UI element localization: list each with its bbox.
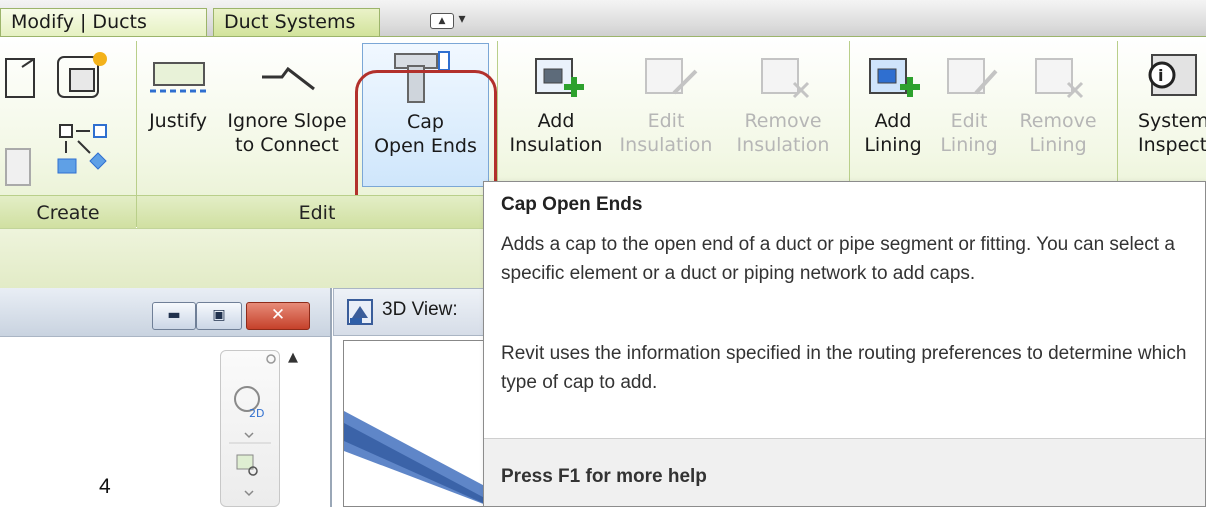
- minimize-icon: ▬: [167, 307, 181, 323]
- remove-lining-button[interactable]: Remove Lining: [1008, 43, 1108, 157]
- svg-text:2D: 2D: [249, 407, 264, 420]
- create-tools-icon: [5, 52, 107, 186]
- tab-duct-systems[interactable]: Duct Systems: [213, 8, 380, 36]
- system-inspector-button[interactable]: i System Inspector: [1124, 43, 1206, 157]
- add-lining-button[interactable]: Add Lining: [854, 43, 932, 157]
- duct-model-graphic: [344, 411, 492, 506]
- left-window-titlebar: ▬ ▣ ✕: [0, 288, 330, 337]
- remove-insulation-button[interactable]: Remove Insulation: [728, 43, 838, 157]
- panel-label-create: Create: [0, 195, 136, 230]
- collapse-icon: ▲: [430, 13, 454, 29]
- dropdown-arrow-icon: ▾: [458, 11, 466, 27]
- tab-modify-ducts[interactable]: Modify | Ducts: [0, 8, 207, 36]
- 3d-view-tab[interactable]: 3D View:: [333, 288, 493, 336]
- tooltip-description: Adds a cap to the open end of a duct or …: [501, 234, 1175, 284]
- navigation-bar-icons: 2D: [229, 354, 276, 497]
- tooltip-help-hint: Press F1 for more help: [501, 466, 707, 487]
- svg-text:i: i: [1158, 66, 1163, 85]
- close-button[interactable]: ✕: [246, 302, 310, 330]
- create-tool-icons[interactable]: [0, 41, 130, 191]
- restore-icon: ▣: [212, 307, 226, 323]
- ribbon-tab-strip: Modify | Ducts Duct Systems ▲ ▾: [0, 0, 1206, 36]
- edit-lining-icon: [947, 58, 998, 95]
- edit-insulation-icon: [645, 58, 698, 95]
- tooltip-description-extended: Revit uses the information specified in …: [501, 343, 1187, 393]
- edit-lining-button[interactable]: Edit Lining: [936, 43, 1002, 157]
- ignore-slope-icon: [262, 66, 315, 91]
- ignore-slope-to-connect-button[interactable]: Ignore Slope to Connect: [222, 43, 352, 157]
- 3d-viewport[interactable]: [343, 340, 493, 507]
- scroll-up-arrow-icon[interactable]: ▲: [284, 350, 302, 368]
- remove-insulation-icon: [761, 58, 810, 99]
- add-insulation-icon: [535, 58, 584, 97]
- system-inspector-icon: i: [1148, 54, 1197, 96]
- panel-label-edit: Edit: [137, 195, 497, 230]
- revit-view-icon: [347, 299, 373, 325]
- tooltip-title: Cap Open Ends: [501, 194, 643, 215]
- page-number: 4: [99, 475, 111, 498]
- add-lining-icon: [869, 58, 920, 97]
- navigation-bar: 2D: [220, 350, 280, 507]
- minimize-button[interactable]: ▬: [152, 302, 196, 330]
- cap-open-ends-tooltip: Cap Open Ends Adds a cap to the open end…: [483, 181, 1206, 507]
- remove-lining-icon: [1035, 58, 1084, 99]
- add-insulation-button[interactable]: Add Insulation: [506, 43, 606, 157]
- ribbon-minimize-control[interactable]: ▲ ▾: [430, 10, 470, 29]
- close-icon: ✕: [270, 305, 286, 325]
- restore-button[interactable]: ▣: [196, 302, 242, 330]
- justify-button[interactable]: Justify: [142, 43, 214, 133]
- edit-insulation-button[interactable]: Edit Insulation: [616, 43, 716, 157]
- justify-icon: [150, 62, 208, 93]
